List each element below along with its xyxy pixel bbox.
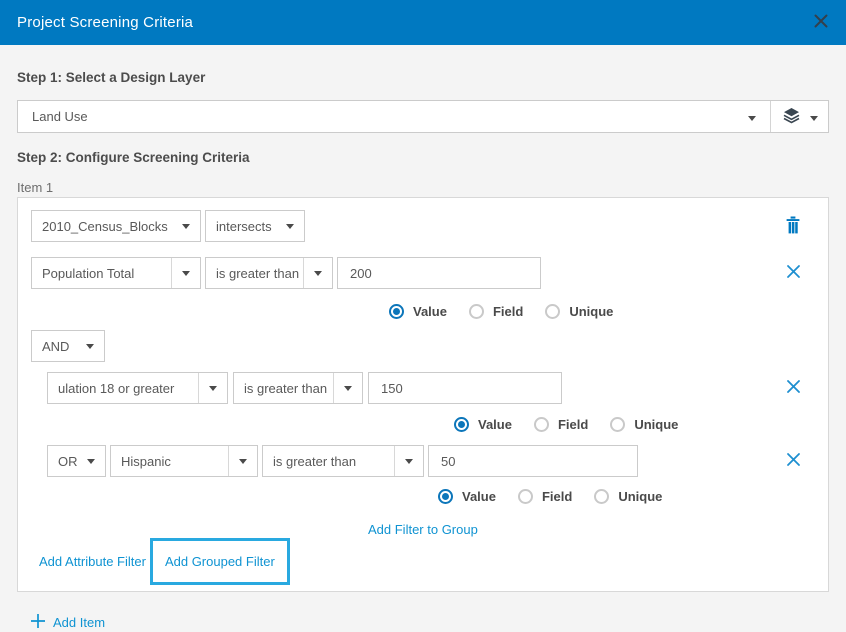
close-button[interactable] xyxy=(813,13,829,32)
radio-unique[interactable]: Unique xyxy=(594,489,662,504)
value-type-radio-group: Value Field Unique xyxy=(438,488,815,505)
add-item-label: Add Item xyxy=(53,615,105,630)
design-layer-select[interactable]: Land Use xyxy=(17,100,829,133)
group-conjunction-row: AND xyxy=(31,330,815,362)
radio-field[interactable]: Field xyxy=(518,489,572,504)
operator-select[interactable]: is greater than xyxy=(233,372,363,404)
caret-down-icon xyxy=(172,271,200,276)
caret-down-icon xyxy=(76,344,104,349)
caret-down-icon xyxy=(304,271,332,276)
design-layer-select-value: Land Use xyxy=(32,109,748,124)
attribute-filter-row: Population Total is greater than xyxy=(31,257,815,289)
radio-unselected-icon xyxy=(469,304,484,319)
operator-select-value: is greater than xyxy=(206,266,303,281)
field-select[interactable]: Population Total xyxy=(31,257,201,289)
delete-item-button[interactable] xyxy=(785,216,801,237)
filter-links-row: Add Attribute Filter Add Grouped Filter xyxy=(31,537,815,585)
remove-x-icon xyxy=(786,379,801,397)
radio-selected-icon xyxy=(438,489,453,504)
grouped-filter-row: OR Hispanic is greater than xyxy=(47,445,815,477)
caret-down-icon xyxy=(77,459,105,464)
value-type-radio-group: Value Field Unique xyxy=(454,416,815,433)
radio-unselected-icon xyxy=(518,489,533,504)
spatial-operator-select[interactable]: intersects xyxy=(205,210,305,242)
add-item-button[interactable]: Add Item xyxy=(17,613,829,632)
add-grouped-filter-link[interactable]: Add Grouped Filter xyxy=(165,554,275,569)
design-layer-select-main[interactable]: Land Use xyxy=(18,101,770,132)
target-layer-value: 2010_Census_Blocks xyxy=(32,219,172,234)
conjunction-select[interactable]: AND xyxy=(31,330,105,362)
remove-x-icon xyxy=(786,452,801,470)
operator-select[interactable]: is greater than xyxy=(205,257,333,289)
caret-down-icon xyxy=(810,109,818,124)
dialog-title: Project Screening Criteria xyxy=(17,14,193,31)
remove-filter-button[interactable] xyxy=(786,379,801,397)
remove-filter-button[interactable] xyxy=(786,452,801,470)
radio-value[interactable]: Value xyxy=(454,417,512,432)
target-layer-select[interactable]: 2010_Census_Blocks xyxy=(31,210,201,242)
add-filter-to-group-link[interactable]: Add Filter to Group xyxy=(368,522,478,537)
radio-unselected-icon xyxy=(545,304,560,319)
operator-select[interactable]: is greater than xyxy=(262,445,424,477)
spatial-operator-value: intersects xyxy=(206,219,276,234)
step1-label: Step 1: Select a Design Layer xyxy=(17,70,829,85)
radio-selected-icon xyxy=(454,417,469,432)
caret-down-icon xyxy=(172,224,200,229)
radio-value[interactable]: Value xyxy=(389,304,447,319)
add-attribute-filter-link[interactable]: Add Attribute Filter xyxy=(39,554,146,569)
radio-unselected-icon xyxy=(594,489,609,504)
filter-value-input[interactable] xyxy=(337,257,541,289)
layers-icon xyxy=(782,107,801,127)
item-label: Item 1 xyxy=(17,180,829,195)
trash-icon xyxy=(785,216,801,237)
operator-select-value: is greater than xyxy=(234,381,333,396)
caret-down-icon xyxy=(276,224,304,229)
step2-label: Step 2: Configure Screening Criteria xyxy=(17,150,829,165)
operator-select-value: is greater than xyxy=(263,454,394,469)
layer-operator-row: 2010_Census_Blocks intersects xyxy=(31,210,815,242)
caret-down-icon xyxy=(229,459,257,464)
radio-value[interactable]: Value xyxy=(438,489,496,504)
field-select-value: Population Total xyxy=(32,266,171,281)
close-icon xyxy=(813,13,829,32)
radio-field[interactable]: Field xyxy=(469,304,523,319)
remove-filter-button[interactable] xyxy=(786,264,801,282)
grouped-filter-row: ulation 18 or greater is greater than xyxy=(47,372,815,404)
conjunction-select[interactable]: OR xyxy=(47,445,106,477)
radio-unique[interactable]: Unique xyxy=(545,304,613,319)
radio-unselected-icon xyxy=(610,417,625,432)
caret-down-icon xyxy=(748,109,756,124)
field-select-value: Hispanic xyxy=(111,454,228,469)
filter-value-input[interactable] xyxy=(368,372,562,404)
plus-icon xyxy=(30,613,46,632)
dialog-header: Project Screening Criteria xyxy=(0,0,846,45)
layer-options-button[interactable] xyxy=(771,101,828,132)
value-type-radio-group: Value Field Unique xyxy=(389,303,815,320)
conjunction-value: AND xyxy=(32,339,76,354)
radio-unselected-icon xyxy=(534,417,549,432)
screening-item-panel: 2010_Census_Blocks intersects xyxy=(17,197,829,592)
conjunction-value: OR xyxy=(48,454,77,469)
field-select[interactable]: ulation 18 or greater xyxy=(47,372,228,404)
tutorial-highlight-box: Add Grouped Filter xyxy=(150,538,290,585)
caret-down-icon xyxy=(199,386,227,391)
radio-field[interactable]: Field xyxy=(534,417,588,432)
remove-x-icon xyxy=(786,264,801,282)
field-select-value: ulation 18 or greater xyxy=(48,381,198,396)
radio-unique[interactable]: Unique xyxy=(610,417,678,432)
field-select[interactable]: Hispanic xyxy=(110,445,258,477)
dialog-body: Step 1: Select a Design Layer Land Use S… xyxy=(0,45,846,632)
caret-down-icon xyxy=(334,386,362,391)
radio-selected-icon xyxy=(389,304,404,319)
caret-down-icon xyxy=(395,459,423,464)
filter-value-input[interactable] xyxy=(428,445,638,477)
